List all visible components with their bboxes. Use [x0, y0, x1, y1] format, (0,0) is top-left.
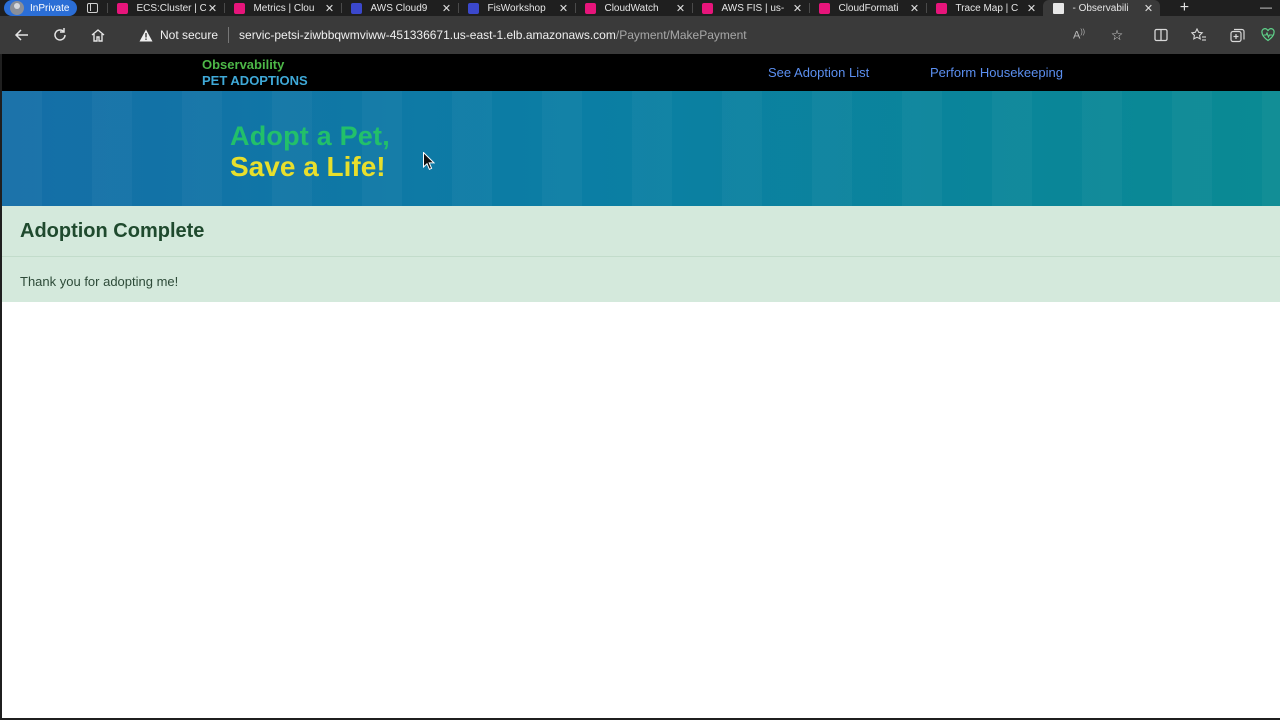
hero-tagline-line-1: Adopt a Pet,: [230, 121, 390, 151]
refresh-button[interactable]: [41, 16, 79, 54]
browser-tab[interactable]: Metrics | Clou ✕: [224, 0, 341, 16]
browser-tab[interactable]: CloudWatch ✕: [575, 0, 692, 16]
close-tab-icon[interactable]: ✕: [440, 2, 452, 15]
toolbar-right-actions: A)) ☆: [1060, 16, 1280, 54]
address-separator: [228, 27, 230, 43]
tab-title: FisWorkshop: [487, 2, 546, 14]
collections-icon: [1229, 28, 1245, 42]
close-tab-icon[interactable]: ✕: [674, 2, 686, 15]
cloudwatch-icon: [936, 2, 948, 14]
tab-title: ECS:Cluster | C: [136, 2, 207, 14]
adoption-status-message: Thank you for adopting me!: [20, 274, 179, 289]
tab-title: AWS FIS | us-: [721, 2, 785, 14]
browser-tab[interactable]: FisWorkshop ✕: [458, 0, 575, 16]
browser-tab-active[interactable]: - Observabili ✕: [1043, 0, 1161, 16]
close-tab-icon[interactable]: ✕: [206, 2, 218, 15]
tab-list: ECS:Cluster | C ✕ Metrics | Clou ✕ AWS C…: [107, 0, 1161, 16]
site-navbar: Observability PET ADOPTIONS See Adoption…: [2, 54, 1280, 91]
fis-icon: [702, 2, 714, 14]
favorites-button[interactable]: [1180, 16, 1218, 54]
url-text[interactable]: servic-petsi-ziwbbqwmviww-451336671.us-e…: [239, 28, 747, 42]
url-path: /Payment/MakePayment: [615, 28, 747, 42]
refresh-icon: [54, 28, 66, 41]
close-tab-icon[interactable]: ✕: [1142, 2, 1154, 15]
hero-background-pattern: [2, 91, 1280, 206]
close-tab-icon[interactable]: ✕: [323, 2, 335, 15]
brand-line-2: PET ADOPTIONS: [202, 73, 308, 88]
browser-essentials-button[interactable]: [1256, 16, 1280, 54]
cloudwatch-icon: [234, 2, 246, 14]
favorite-button[interactable]: ☆: [1098, 16, 1136, 54]
heartbeat-icon: [1261, 28, 1275, 42]
brand-line-1: Observability: [202, 57, 285, 72]
tab-title: CloudFormati: [838, 2, 899, 14]
home-icon: [91, 29, 105, 42]
warning-icon[interactable]: [138, 27, 154, 43]
read-aloud-button[interactable]: A)): [1060, 16, 1098, 54]
nav-link-perform-housekeeping[interactable]: Perform Housekeeping: [930, 65, 1063, 80]
close-tab-icon[interactable]: ✕: [1025, 2, 1037, 15]
security-status-label[interactable]: Not secure: [160, 28, 218, 42]
close-tab-icon[interactable]: ✕: [791, 2, 803, 15]
cloudformation-icon: [819, 2, 831, 14]
nav-link-see-adoption-list[interactable]: See Adoption List: [768, 65, 869, 80]
site-brand-logo[interactable]: Observability PET ADOPTIONS: [202, 57, 308, 89]
tab-title: Trace Map | C: [955, 2, 1019, 14]
collections-button[interactable]: [1218, 16, 1256, 54]
hero-tagline-line-2: Save a Life!: [230, 151, 386, 182]
browser-toolbar: Not secure servic-petsi-ziwbbqwmviww-451…: [0, 16, 1280, 54]
minimize-window-button[interactable]: —: [1260, 0, 1272, 16]
tab-title: Metrics | Clou: [253, 2, 315, 14]
new-tab-button[interactable]: +: [1168, 0, 1200, 16]
browser-tab-strip: InPrivate ECS:Cluster | C ✕ Metrics | Cl…: [0, 0, 1280, 16]
browser-tab[interactable]: CloudFormati ✕: [809, 0, 926, 16]
tab-actions-button[interactable]: [77, 0, 107, 16]
tab-actions-icon: [86, 3, 98, 13]
read-aloud-icon: A)): [1072, 28, 1085, 42]
profile-label: InPrivate: [30, 2, 70, 14]
cloud9-icon: [351, 2, 363, 14]
split-screen-button[interactable]: [1142, 16, 1180, 54]
browser-tab[interactable]: AWS FIS | us- ✕: [692, 0, 809, 16]
tab-title: - Observabili: [1072, 2, 1129, 14]
browser-tab[interactable]: Trace Map | C ✕: [926, 0, 1043, 16]
close-tab-icon[interactable]: ✕: [908, 2, 920, 15]
back-button[interactable]: [3, 16, 41, 54]
profile-avatar-icon: [10, 1, 24, 15]
adoption-status-panel: Adoption Complete Thank you for adopting…: [2, 206, 1280, 302]
cloudwatch-icon: [585, 2, 597, 14]
favorites-star-list-icon: [1191, 28, 1206, 41]
close-tab-icon[interactable]: ✕: [557, 2, 569, 15]
document-icon: [1053, 2, 1065, 14]
tab-title: AWS Cloud9: [370, 2, 428, 14]
plus-icon: +: [1179, 0, 1190, 16]
inprivate-profile-button[interactable]: InPrivate: [4, 0, 78, 16]
browser-tab[interactable]: AWS Cloud9 ✕: [341, 0, 458, 16]
home-button[interactable]: [79, 16, 117, 54]
adoption-status-heading: Adoption Complete: [20, 220, 205, 242]
browser-tab[interactable]: ECS:Cluster | C ✕: [107, 0, 224, 16]
split-screen-icon: [1154, 28, 1168, 42]
cloudwatch-icon: [117, 2, 129, 14]
hero-banner: Adopt a Pet, Save a Life!: [2, 91, 1280, 206]
star-icon: ☆: [1110, 26, 1124, 43]
tab-title: CloudWatch: [604, 2, 659, 14]
web-page: Observability PET ADOPTIONS See Adoption…: [2, 54, 1280, 718]
url-host: servic-petsi-ziwbbqwmviww-451336671.us-e…: [239, 28, 616, 42]
cloud9-icon: [468, 2, 480, 14]
back-arrow-icon: [14, 29, 28, 41]
status-divider: [2, 256, 1280, 257]
